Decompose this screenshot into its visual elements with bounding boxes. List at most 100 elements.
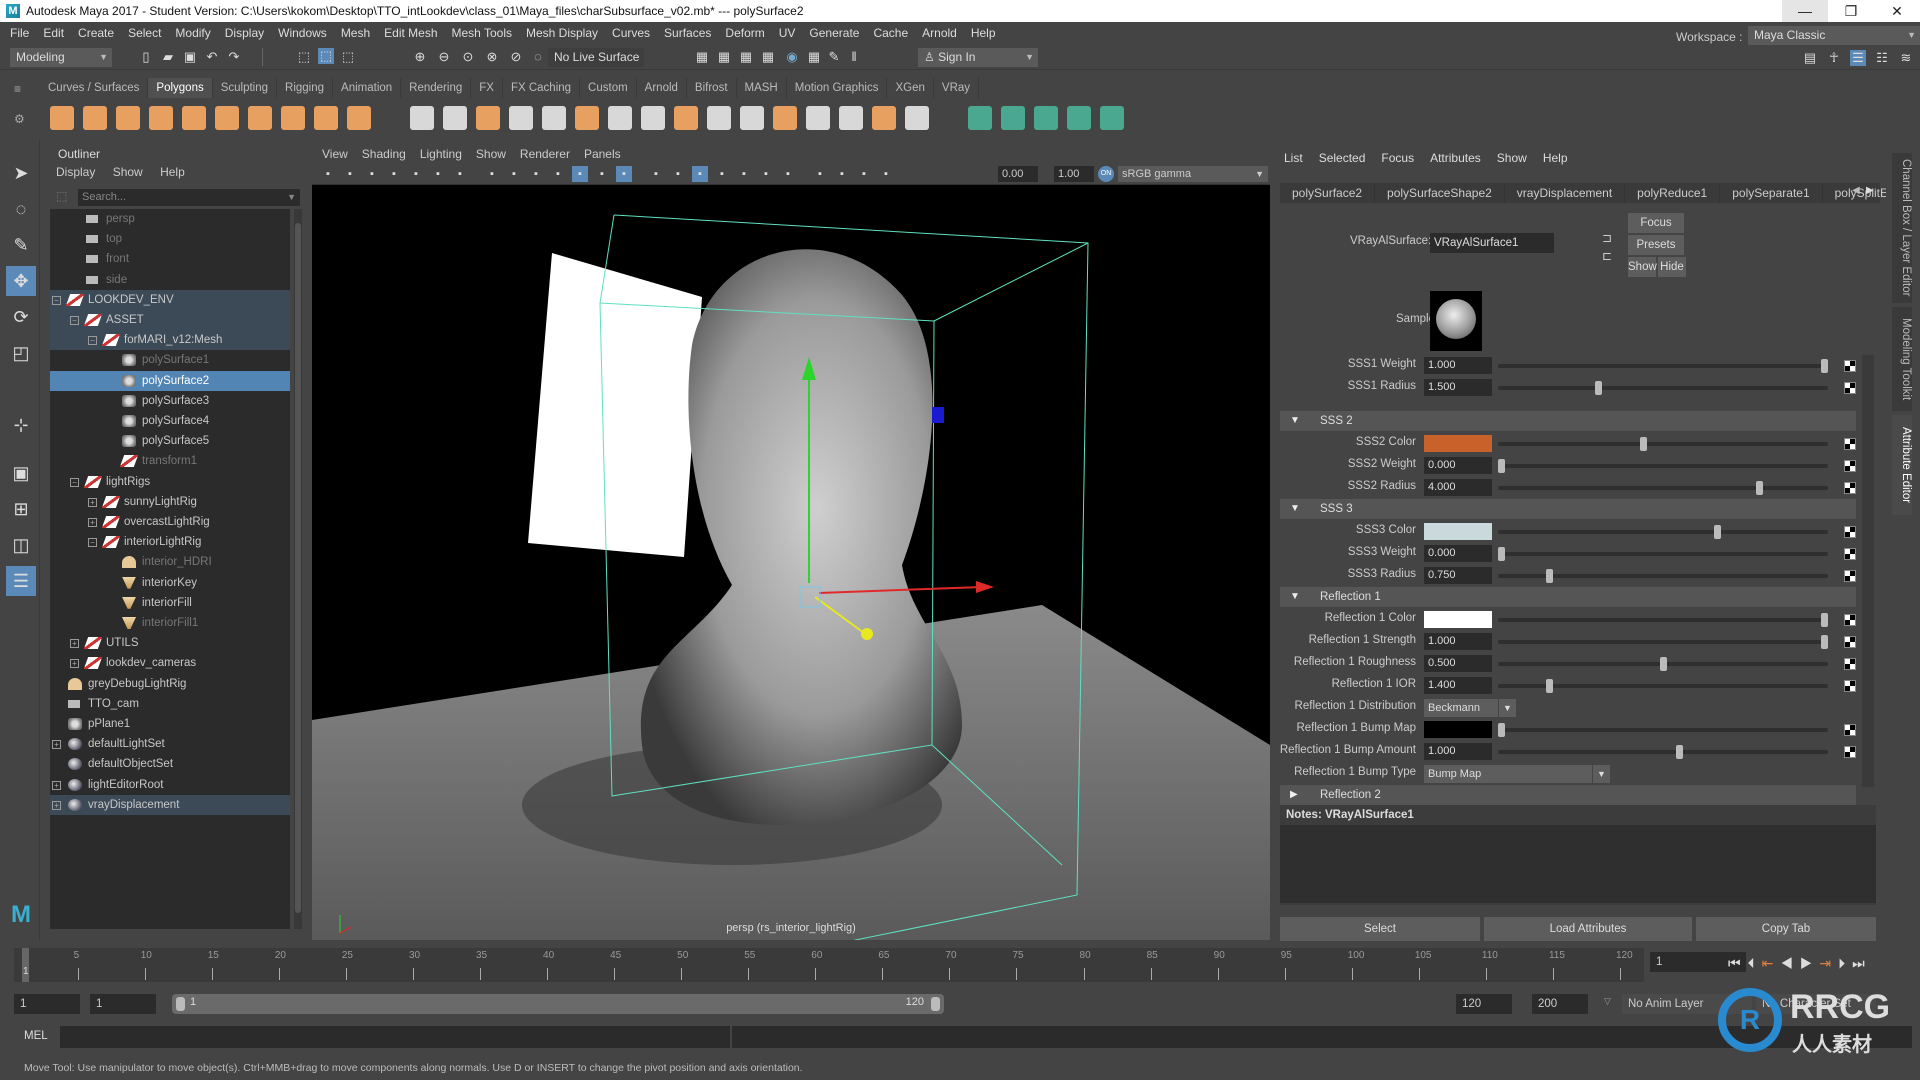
xray-icon[interactable]: ▪ bbox=[648, 166, 664, 182]
safe-action-icon[interactable]: ▪ bbox=[528, 166, 544, 182]
step-back-key-icon[interactable]: ⇤ bbox=[1762, 955, 1781, 971]
shelf-tab-bifrost[interactable]: Bifrost bbox=[687, 78, 737, 98]
menuset-dropdown[interactable]: Modeling ▼ bbox=[10, 48, 112, 67]
shelf-settings-icon[interactable]: ⚙ bbox=[14, 112, 32, 126]
smooth-shade-icon[interactable]: ▪ bbox=[594, 166, 610, 182]
attribute-slider[interactable] bbox=[1498, 635, 1828, 649]
shelf-tab-arnold[interactable]: Arnold bbox=[637, 78, 687, 98]
color-management-toggle[interactable]: ON bbox=[1098, 166, 1114, 182]
slider-handle[interactable] bbox=[1821, 359, 1828, 373]
outliner-item[interactable]: + lookdev_cameras bbox=[50, 653, 290, 673]
color-swatch[interactable] bbox=[1424, 523, 1492, 540]
attribute-value-field[interactable]: 0.500 bbox=[1424, 655, 1492, 672]
outliner-item[interactable]: front bbox=[50, 249, 290, 269]
select-camera-icon[interactable]: ▪ bbox=[320, 166, 336, 182]
select-tool-icon[interactable]: ➤ bbox=[6, 158, 36, 188]
outliner-item[interactable]: + lightEditorRoot bbox=[50, 775, 290, 795]
map-texture-button[interactable] bbox=[1844, 382, 1856, 394]
render-sequence-icon[interactable]: ▦ bbox=[716, 49, 732, 65]
mel-input[interactable] bbox=[60, 1026, 730, 1048]
separate-icon[interactable] bbox=[443, 106, 467, 130]
range-start-handle[interactable] bbox=[176, 997, 185, 1011]
ae-menu-help[interactable]: Help bbox=[1543, 151, 1568, 165]
tool-settings-icon[interactable]: ☷ bbox=[1874, 50, 1890, 66]
live-surface-field[interactable]: No Live Surface bbox=[548, 48, 644, 67]
outliner-item[interactable]: polySurface1 bbox=[50, 350, 290, 370]
slider-handle[interactable] bbox=[1676, 745, 1683, 759]
menu-generate[interactable]: Generate bbox=[809, 26, 859, 40]
slider-handle[interactable] bbox=[1498, 723, 1505, 737]
time-slider[interactable]: 1 5 10 15 20 25 30 35 40 45 50 55 60 65 70 75 80 85 90 95 1… bbox=[14, 948, 1644, 982]
motion-blur-icon[interactable]: ▪ bbox=[758, 166, 774, 182]
select-component-icon[interactable]: ⬚ bbox=[340, 49, 356, 65]
poly-pipe-icon[interactable] bbox=[281, 106, 305, 130]
move-tool-icon[interactable]: ✥ bbox=[6, 266, 36, 296]
menu-cache[interactable]: Cache bbox=[873, 26, 908, 40]
outliner-item[interactable]: interiorKey bbox=[50, 573, 290, 593]
step-forward-frame-icon[interactable]: ⏵ bbox=[1838, 955, 1852, 971]
outliner-item[interactable]: interior_HDRI bbox=[50, 552, 290, 572]
attribute-slider[interactable] bbox=[1498, 359, 1828, 373]
go-to-end-icon[interactable]: ⏭ bbox=[1852, 955, 1872, 971]
tab-attribute-editor[interactable]: Attribute Editor bbox=[1892, 415, 1912, 515]
slider-handle[interactable] bbox=[1821, 613, 1828, 627]
outliner-item[interactable]: TTO_cam bbox=[50, 694, 290, 714]
outliner-item[interactable]: polySurface5 bbox=[50, 431, 290, 451]
outliner-item[interactable]: persp bbox=[50, 209, 290, 229]
field-chart-icon[interactable]: ▪ bbox=[506, 166, 522, 182]
extrude-icon[interactable] bbox=[674, 106, 698, 130]
map-texture-button[interactable] bbox=[1844, 614, 1856, 626]
snap-vertex-icon[interactable]: ◌ bbox=[530, 49, 546, 65]
attribute-slider[interactable] bbox=[1498, 525, 1828, 539]
expand-icon[interactable]: + bbox=[88, 497, 97, 507]
bookmarks-icon[interactable]: ▪ bbox=[364, 166, 380, 182]
viewport-menu-shading[interactable]: Shading bbox=[362, 147, 406, 161]
extract-icon[interactable] bbox=[542, 106, 566, 130]
shelf-tab-rendering[interactable]: Rendering bbox=[401, 78, 472, 98]
shelf-tab-sculpting[interactable]: Sculpting bbox=[213, 78, 278, 98]
outliner-item[interactable]: greyDebugLightRig bbox=[50, 674, 290, 694]
menu-edit-mesh[interactable]: Edit Mesh bbox=[384, 26, 437, 40]
output-connections-icon[interactable]: ⊏ bbox=[1602, 249, 1612, 263]
select-button[interactable]: Select bbox=[1280, 917, 1480, 941]
attribute-dropdown[interactable]: Bump Map ▼ bbox=[1424, 765, 1610, 783]
rotate-tool-icon[interactable]: ⟳ bbox=[6, 302, 36, 332]
menu-windows[interactable]: Windows bbox=[278, 26, 327, 40]
camera-attributes-icon[interactable]: ▪ bbox=[342, 166, 358, 182]
shadows-icon[interactable]: ▪ bbox=[714, 166, 730, 182]
show-button[interactable]: Show bbox=[1628, 257, 1657, 277]
isolate-select-icon[interactable]: ▪ bbox=[834, 166, 850, 182]
attribute-value-field[interactable]: 0.000 bbox=[1424, 457, 1492, 474]
append-icon[interactable] bbox=[773, 106, 797, 130]
attribute-value-field[interactable]: 4.000 bbox=[1424, 479, 1492, 496]
poly-cone-icon[interactable] bbox=[149, 106, 173, 130]
outliner-item[interactable]: polySurface3 bbox=[50, 391, 290, 411]
start-time-field[interactable]: 1 bbox=[14, 994, 80, 1014]
attribute-slider[interactable] bbox=[1498, 459, 1828, 473]
textured-icon[interactable]: ▪ bbox=[670, 166, 686, 182]
uv-unfold-icon[interactable] bbox=[1067, 106, 1091, 130]
color-space-dropdown[interactable]: sRGB gamma ▼ bbox=[1118, 166, 1268, 182]
ae-tab-polyseparate1[interactable]: polySeparate1 bbox=[1720, 183, 1823, 203]
fill-hole-icon[interactable] bbox=[806, 106, 830, 130]
expand-icon[interactable]: + bbox=[70, 639, 79, 649]
attribute-value-field[interactable]: 1.000 bbox=[1424, 743, 1492, 760]
slider-handle[interactable] bbox=[1660, 657, 1667, 671]
multi-cut-icon[interactable] bbox=[707, 106, 731, 130]
material-swatch[interactable] bbox=[1430, 291, 1482, 351]
attribute-slider[interactable] bbox=[1498, 613, 1828, 627]
slider-handle[interactable] bbox=[1821, 635, 1828, 649]
x-arrow-icon[interactable] bbox=[976, 581, 994, 593]
outliner-item[interactable]: − forMARI_v12:Mesh bbox=[50, 330, 290, 351]
sign-in-dropdown[interactable]: ♙ Sign In ▼ bbox=[918, 48, 1038, 67]
scrollbar-thumb[interactable] bbox=[295, 223, 301, 913]
gamma-field[interactable]: 1.00 bbox=[1054, 166, 1094, 182]
attribute-slider[interactable] bbox=[1498, 723, 1828, 737]
expand-icon[interactable]: + bbox=[52, 780, 61, 790]
tab-scroll-right-icon[interactable]: ▶ bbox=[1866, 185, 1874, 196]
shelf-tab-mash[interactable]: MASH bbox=[737, 78, 787, 98]
shelf-tab-fx-caching[interactable]: FX Caching bbox=[503, 78, 581, 98]
uv-layout-icon[interactable] bbox=[1100, 106, 1124, 130]
poly-cube-icon[interactable] bbox=[83, 106, 107, 130]
uv-editor-icon[interactable] bbox=[1034, 106, 1058, 130]
